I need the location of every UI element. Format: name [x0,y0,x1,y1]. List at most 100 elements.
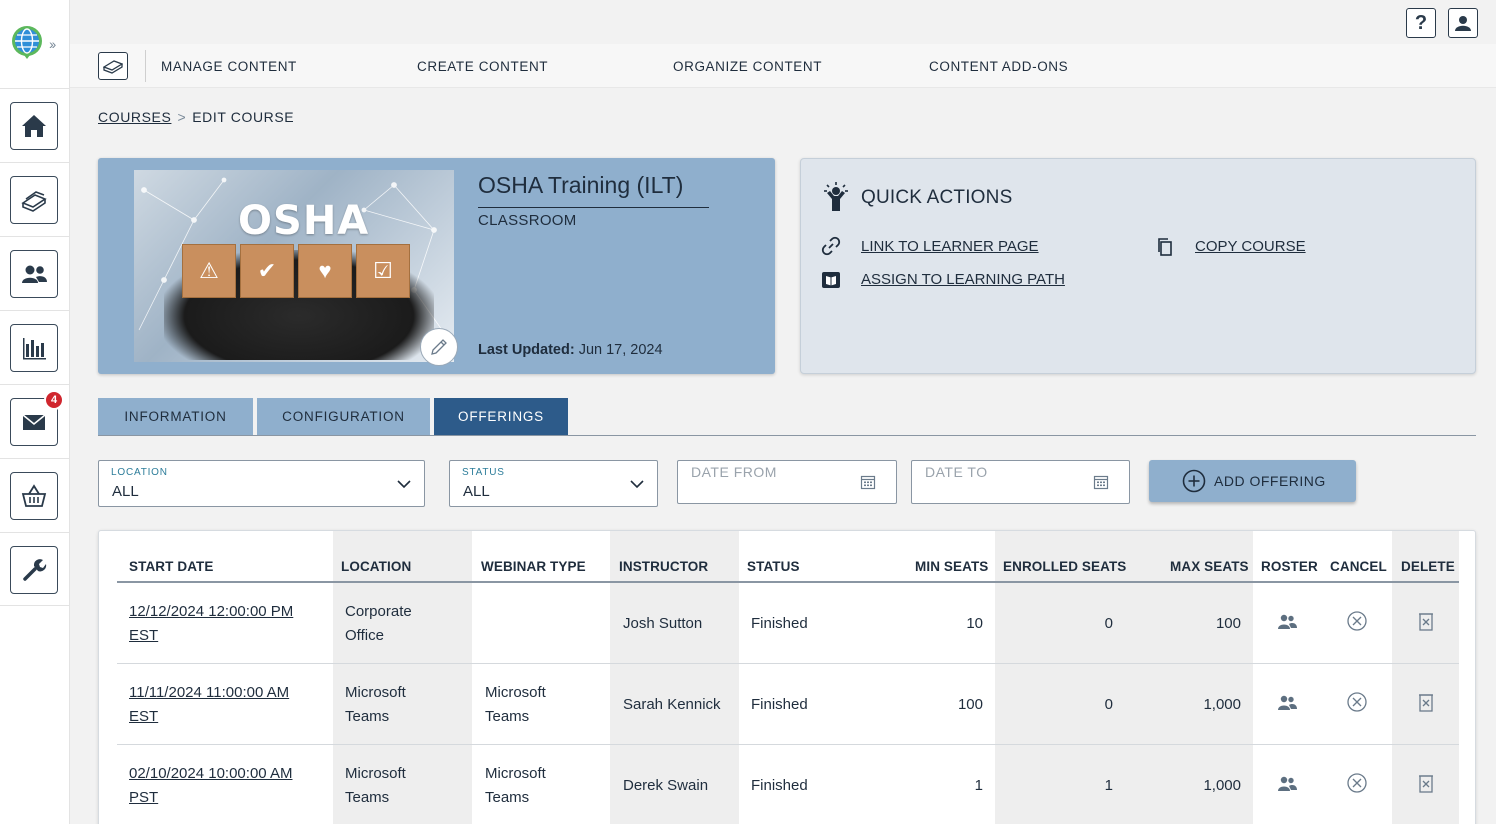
enrolled-seats-cell: 1 [1104,777,1113,794]
delete-icon[interactable] [1415,773,1437,795]
row-divider [117,744,1459,745]
nav-manage-content[interactable]: MANAGE CONTENT [161,59,297,74]
expand-sidebar-icon[interactable]: ›› [49,36,56,52]
webinar-type-cell: Microsoft Teams [485,681,546,729]
tab-offerings[interactable]: OFFERINGS [434,398,568,435]
nav-content-add-ons[interactable]: CONTENT ADD-ONS [929,59,1068,74]
min-seats-cell: 10 [966,615,983,632]
status-cell: Finished [751,615,808,632]
start-date-link[interactable]: 11/11/2024 11:00:00 AM EST [129,681,289,729]
bar-chart-icon [23,338,46,360]
sidebar-item-users[interactable] [0,236,70,310]
instructor-cell: Derek Swain [623,777,709,794]
nav-organize-content[interactable]: ORGANIZE CONTENT [673,59,822,74]
nav-create-content[interactable]: CREATE CONTENT [417,59,548,74]
delete-icon[interactable] [1415,611,1437,633]
start-date-link[interactable]: 12/12/2024 12:00:00 PM EST [129,600,293,648]
plus-circle-icon [1182,469,1206,493]
course-image: OSHA ⚠ ✔ ♥ ☑ [134,170,454,362]
profile-button[interactable] [1448,8,1478,38]
status-select[interactable]: STATUS ALL [449,460,658,507]
assign-to-learning-path-link[interactable]: ASSIGN TO LEARNING PATH [861,271,1065,288]
header-delete: DELETE [1401,559,1455,574]
header-max-seats[interactable]: MAX SEATS [1170,559,1249,574]
basket-icon [21,484,47,507]
store-button[interactable] [10,472,58,520]
home-button[interactable] [10,102,58,150]
delete-icon[interactable] [1415,692,1437,714]
webinar-line: Microsoft [485,684,546,701]
edit-image-button[interactable] [420,328,458,366]
sidebar-item-reports[interactable] [0,310,70,384]
header-status[interactable]: STATUS [747,559,800,574]
location-line: Microsoft [345,765,406,782]
header-enrolled-seats[interactable]: ENROLLED SEATS [1003,559,1126,574]
content-button[interactable] [10,176,58,224]
location-cell: Corporate Office [345,600,412,648]
header-min-seats[interactable]: MIN SEATS [915,559,988,574]
globe-logo-icon[interactable] [10,25,44,59]
quick-actions-title: QUICK ACTIONS [861,187,1013,208]
image-osha-text: OSHA [238,198,370,244]
help-icon: ? [1414,11,1428,34]
tab-information[interactable]: INFORMATION [98,398,253,435]
start-date-link[interactable]: 02/10/2024 10:00:00 AM PST [129,762,292,810]
link-to-learner-page-link[interactable]: LINK TO LEARNER PAGE [861,238,1039,255]
status-cell: Finished [751,777,808,794]
breadcrumb-separator: > [177,109,187,125]
date-from-placeholder: DATE FROM [691,464,777,480]
sidebar-item-home[interactable] [0,88,70,162]
last-updated: Last Updated: Jun 17, 2024 [478,342,663,358]
location-cell: Microsoft Teams [345,681,406,729]
header-webinar-type[interactable]: WEBINAR TYPE [481,559,586,574]
roster-icon[interactable] [1276,611,1298,633]
webinar-line: Teams [485,789,530,806]
min-seats-cell: 1 [974,777,983,794]
reports-button[interactable] [10,324,58,372]
instructor-cell: Sarah Kennick [623,696,721,713]
envelope-icon [22,414,46,430]
title-underline [478,207,709,208]
location-line: Teams [345,708,390,725]
book-icon [822,272,840,288]
chevron-down-icon [397,480,411,489]
cancel-icon[interactable] [1346,691,1368,713]
sidebar-item-content[interactable] [0,162,70,236]
sidebar-item-admin[interactable] [0,532,70,606]
sidebar-item-store[interactable] [0,458,70,532]
help-button[interactable]: ? [1406,8,1436,38]
tabs-divider [98,435,1476,436]
content-nav: MANAGE CONTENT CREATE CONTENT ORGANIZE C… [70,44,1496,88]
last-updated-label: Last Updated: [478,342,575,358]
content-menu-button[interactable] [98,52,128,80]
breadcrumb-courses-link[interactable]: COURSES [98,109,171,125]
checklist-block-icon: ☑ [356,244,410,298]
users-button[interactable] [10,250,58,298]
start-date-timezone: PST [129,789,159,806]
admin-tools-button[interactable] [10,546,58,594]
header-location[interactable]: LOCATION [341,559,411,574]
hazard-block-icon: ⚠ [182,244,236,298]
quick-actions-card: QUICK ACTIONS LINK TO LEARNER PAGE COPY … [800,158,1476,374]
tab-configuration[interactable]: CONFIGURATION [257,398,430,435]
top-bar: ? [70,0,1496,44]
date-from-input[interactable]: DATE FROM [677,460,897,504]
roster-icon[interactable] [1276,692,1298,714]
enrolled-seats-cell: 0 [1104,696,1113,713]
header-start-date[interactable]: START DATE [129,559,214,574]
start-date-line: 12/12/2024 12:00:00 PM [129,603,294,620]
copy-course-link[interactable]: COPY COURSE [1195,238,1306,255]
cancel-icon[interactable] [1346,772,1368,794]
sidebar-item-messages[interactable]: 4 [0,384,70,458]
calendar-icon[interactable] [860,474,876,490]
location-select[interactable]: LOCATION ALL [98,460,425,507]
roster-icon[interactable] [1276,773,1298,795]
breadcrumb: COURSES > EDIT COURSE [98,109,294,125]
date-to-input[interactable]: DATE TO [911,460,1130,504]
header-instructor[interactable]: INSTRUCTOR [619,559,708,574]
cancel-icon[interactable] [1346,610,1368,632]
notification-badge: 4 [44,390,64,410]
add-offering-button[interactable]: ADD OFFERING [1149,460,1356,502]
calendar-icon[interactable] [1093,474,1109,490]
nav-divider [145,50,146,82]
